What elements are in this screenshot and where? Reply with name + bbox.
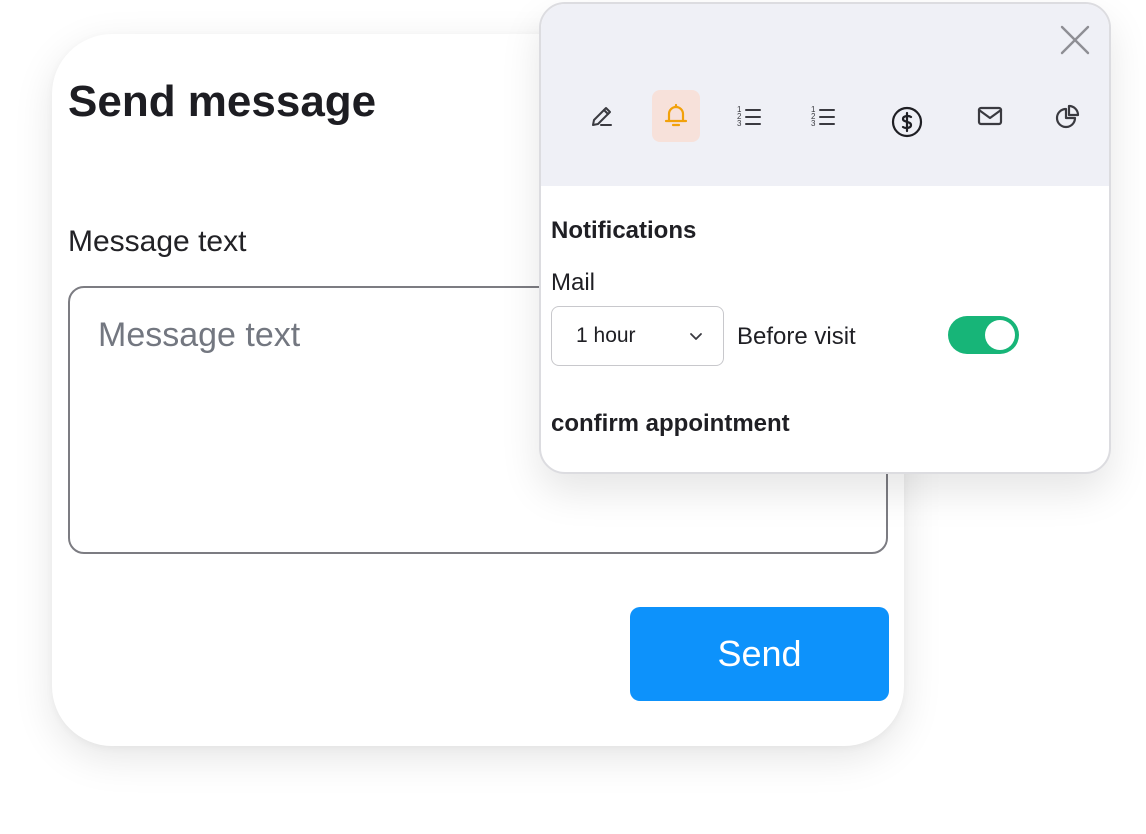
mail-icon[interactable] (966, 90, 1014, 142)
chevron-down-icon (689, 329, 703, 347)
dialog-title: Send message (68, 77, 377, 126)
channel-label: Mail (551, 269, 596, 296)
popup-header: 1 2 3 1 2 3 (541, 4, 1109, 186)
notifications-heading: Notifications (551, 217, 697, 244)
notification-popup: 1 2 3 1 2 3 Notifications Mail 1 hour Be… (539, 2, 1111, 474)
ordered-list-icon[interactable]: 1 2 3 (726, 90, 774, 142)
pie-chart-icon[interactable] (1044, 90, 1092, 142)
close-icon[interactable] (1057, 22, 1093, 58)
ordered-list-icon[interactable]: 1 2 3 (800, 90, 848, 142)
pencil-icon[interactable] (578, 90, 626, 142)
dollar-icon[interactable] (883, 96, 931, 148)
notification-toggle[interactable] (948, 316, 1019, 354)
svg-text:3: 3 (811, 119, 816, 128)
bell-icon[interactable] (652, 90, 700, 142)
before-visit-label: Before visit (737, 323, 856, 350)
message-text-label: Message text (68, 225, 247, 258)
toggle-knob (985, 320, 1015, 350)
send-button[interactable]: Send (630, 607, 889, 701)
confirm-appointment-label: confirm appointment (551, 410, 790, 437)
reminder-time-select[interactable]: 1 hour (551, 306, 724, 366)
svg-text:3: 3 (737, 119, 742, 128)
popup-toolbar: 1 2 3 1 2 3 (541, 90, 1109, 142)
reminder-time-value: 1 hour (576, 324, 636, 347)
